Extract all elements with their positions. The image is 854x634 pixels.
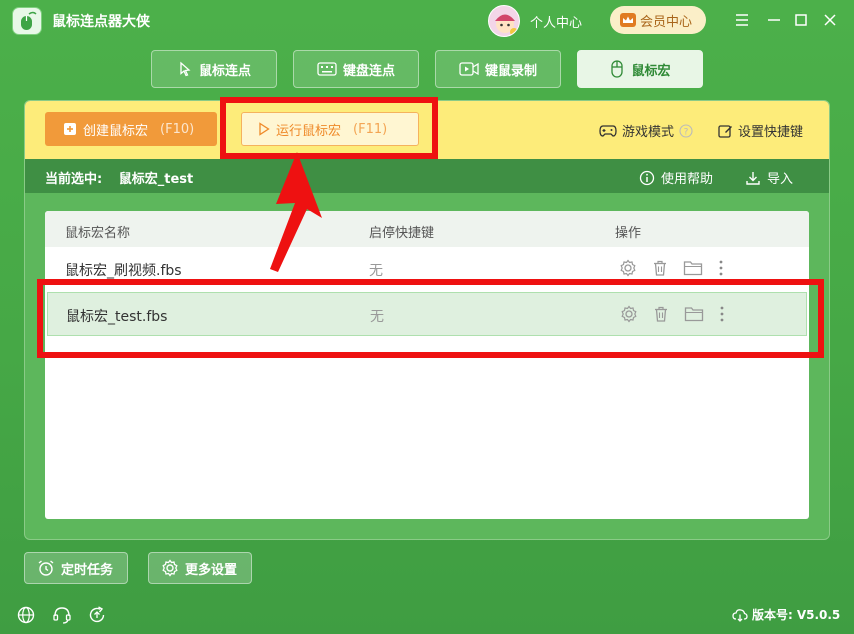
maximize-icon[interactable] xyxy=(792,11,810,29)
edit-icon xyxy=(718,124,732,138)
personal-center-link[interactable]: 个人中心 xyxy=(530,12,582,31)
tab-label: 鼠标宏 xyxy=(631,63,671,79)
vip-center-button[interactable]: 会员中心 xyxy=(610,6,706,34)
row-actions xyxy=(619,259,725,277)
info-icon xyxy=(639,170,655,185)
import-label: 导入 xyxy=(767,172,794,187)
svg-text:?: ? xyxy=(684,127,689,137)
set-hotkey-button[interactable]: 设置快捷键 xyxy=(717,121,803,140)
game-mode-toggle[interactable]: 游戏模式 ? xyxy=(599,121,693,140)
tab-mouse-click[interactable]: 鼠标连点 xyxy=(151,50,277,88)
create-macro-button[interactable]: 创建鼠标宏 (F10) xyxy=(45,112,217,146)
folder-icon[interactable] xyxy=(683,259,703,277)
table-header: 鼠标宏名称 启停快捷键 操作 xyxy=(45,211,809,247)
more-settings-label: 更多设置 xyxy=(185,562,238,578)
help-label: 使用帮助 xyxy=(661,172,714,187)
app-logo xyxy=(12,7,42,35)
cloud-download-icon xyxy=(732,608,748,622)
create-macro-hotkey: (F10) xyxy=(160,121,195,137)
close-icon[interactable] xyxy=(821,11,839,29)
current-selection-value: 鼠标宏_test xyxy=(118,172,194,187)
tab-record[interactable]: 键鼠录制 xyxy=(435,50,561,88)
current-selection-bar: 当前选中: 鼠标宏_test 使用帮助 导入 xyxy=(25,159,829,193)
annotation-arrow-icon xyxy=(270,152,322,272)
menu-icon[interactable] xyxy=(733,11,751,29)
version-value: V5.0.5 xyxy=(796,607,841,622)
title-bar: 鼠标连点器大侠 个人中心 会员中心 xyxy=(0,0,854,40)
mouse-icon xyxy=(611,60,624,78)
set-hotkey-label: 设置快捷键 xyxy=(738,125,804,140)
macro-name: 鼠标宏_刷视频.fbs xyxy=(65,263,182,279)
header-name: 鼠标宏名称 xyxy=(65,226,131,241)
cursor-icon xyxy=(180,61,191,77)
macro-table: 鼠标宏名称 启停快捷键 操作 鼠标宏_刷视频.fbs 无 鼠标宏_test.fb… xyxy=(45,211,809,519)
game-mode-label: 游戏模式 xyxy=(622,125,675,140)
tab-label: 键鼠录制 xyxy=(484,63,537,79)
more-vertical-icon[interactable] xyxy=(717,259,725,277)
tab-label: 键盘连点 xyxy=(342,63,395,79)
import-button[interactable]: 导入 xyxy=(745,168,793,187)
help-circle-icon[interactable]: ? xyxy=(679,123,693,138)
globe-icon[interactable] xyxy=(16,605,36,625)
current-selection: 当前选中: 鼠标宏_test xyxy=(45,168,193,187)
settings-gear-icon[interactable] xyxy=(619,259,637,277)
mouse-logo-icon xyxy=(21,11,37,30)
avatar[interactable] xyxy=(488,5,520,37)
vip-center-label: 会员中心 xyxy=(640,14,693,30)
version-label: 版本号: xyxy=(752,608,793,622)
create-macro-label: 创建鼠标宏 xyxy=(83,123,149,139)
macro-hotkey: 无 xyxy=(369,263,383,279)
import-icon xyxy=(746,171,760,185)
trash-icon[interactable] xyxy=(651,259,669,277)
annotation-box-row xyxy=(37,279,824,358)
keyboard-icon xyxy=(317,62,337,76)
refresh-update-icon[interactable] xyxy=(87,605,107,625)
tab-label: 鼠标连点 xyxy=(198,63,251,79)
current-selection-label: 当前选中: xyxy=(45,172,103,187)
timer-task-button[interactable]: 定时任务 xyxy=(24,552,128,584)
minimize-icon[interactable] xyxy=(765,11,783,29)
avatar-icon xyxy=(495,14,518,36)
header-hotkey: 启停快捷键 xyxy=(369,226,435,241)
app-title: 鼠标连点器大侠 xyxy=(52,14,150,30)
header-actions: 操作 xyxy=(615,226,642,241)
more-settings-button[interactable]: 更多设置 xyxy=(148,552,252,584)
tab-mouse-macro[interactable]: 鼠标宏 xyxy=(577,50,703,88)
headset-support-icon[interactable] xyxy=(52,605,72,625)
crown-icon xyxy=(620,13,636,27)
help-button[interactable]: 使用帮助 xyxy=(639,168,713,187)
annotation-box-run xyxy=(220,97,438,159)
alarm-clock-icon xyxy=(38,560,54,576)
version-info: 版本号: V5.0.5 xyxy=(732,606,840,623)
video-record-icon xyxy=(459,62,479,76)
gamepad-icon xyxy=(599,124,617,137)
add-icon xyxy=(64,123,76,135)
gear-icon xyxy=(162,559,178,577)
tab-keyboard-click[interactable]: 键盘连点 xyxy=(293,50,419,88)
timer-task-label: 定时任务 xyxy=(61,562,114,578)
